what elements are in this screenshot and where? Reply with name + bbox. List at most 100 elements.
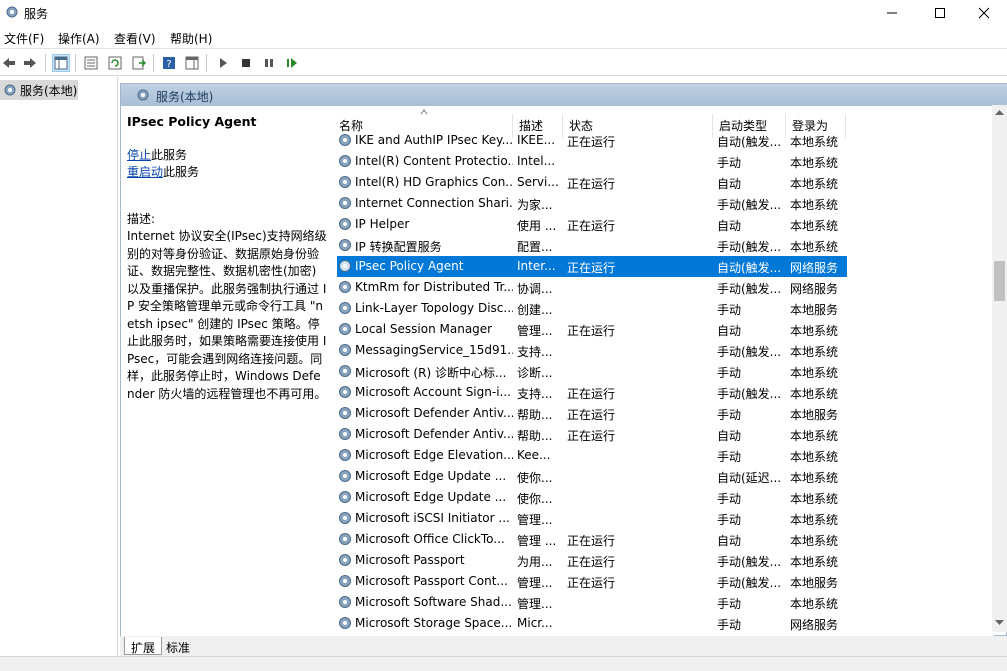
show-hide-tree-button[interactable] xyxy=(52,54,70,72)
cell-logon-as: 本地系统 xyxy=(790,555,839,569)
cell-startup-type: 手动(触发... xyxy=(717,555,782,569)
table-row[interactable]: Intel(R) HD Graphics Con... Servi... 正在运行 自… xyxy=(337,172,847,193)
start-service-button[interactable] xyxy=(214,54,232,72)
maximize-button[interactable] xyxy=(917,0,963,26)
restart-service-link[interactable]: 重启动 xyxy=(127,165,163,179)
table-row[interactable]: Microsoft Passport 为用... 正在运行 手动(触发... 本地系统 xyxy=(337,550,847,571)
cell-name: Link-Layer Topology Disc... xyxy=(355,301,513,315)
minimize-button[interactable] xyxy=(869,0,915,26)
help-button[interactable]: ? xyxy=(160,54,178,72)
service-gear-icon xyxy=(339,386,351,398)
cell-startup-type: 手动 xyxy=(717,366,742,380)
cell-description: 为家... xyxy=(517,198,553,212)
properties-button[interactable] xyxy=(82,54,100,72)
table-row[interactable]: Link-Layer Topology Disc... 创建... 手动 本地服务 xyxy=(337,298,847,319)
service-gear-icon xyxy=(339,218,351,230)
tab-extended[interactable]: 扩展 xyxy=(124,637,163,655)
cell-description: Kee... xyxy=(517,448,551,462)
table-row[interactable]: Microsoft Office ClickTo... 管理 ... 正在运行 自动 本… xyxy=(337,529,847,550)
refresh-button[interactable] xyxy=(106,54,124,72)
cell-name: IP 转换配置服务 xyxy=(355,240,442,254)
menu-help[interactable]: 帮助(H) xyxy=(170,30,212,47)
cell-description: 管理 ... xyxy=(517,534,557,548)
cell-logon-as: 本地服务 xyxy=(790,303,839,317)
menu-view[interactable]: 查看(V) xyxy=(114,30,156,47)
cell-logon-as: 本地系统 xyxy=(790,492,839,506)
service-gear-icon xyxy=(339,197,351,209)
sort-ascending-icon xyxy=(420,109,428,115)
cell-name: Microsoft Edge Elevation... xyxy=(355,448,513,462)
toolbar: ? xyxy=(0,48,1007,76)
table-row[interactable]: KtmRm for Distributed Tr... 协调... 手动(触发...… xyxy=(337,277,847,298)
cell-logon-as: 本地系统 xyxy=(790,177,839,191)
stop-service-button[interactable] xyxy=(237,54,255,72)
cell-name: Microsoft iSCSI Initiator ... xyxy=(355,511,510,525)
pause-service-button[interactable] xyxy=(260,54,278,72)
stop-service-link[interactable]: 停止 xyxy=(127,148,151,162)
service-gear-icon xyxy=(339,281,351,293)
table-row[interactable]: Microsoft Passport Cont... 管理... 正在运行 手动(触发… xyxy=(337,571,847,592)
vertical-scrollbar[interactable] xyxy=(992,105,1007,632)
cell-name: Intel(R) HD Graphics Con... xyxy=(355,175,513,189)
cell-status: 正在运行 xyxy=(567,324,616,338)
scrollbar-thumb[interactable] xyxy=(994,261,1005,301)
table-row[interactable]: Microsoft Storage Space... Micr... 手动 网络服务 xyxy=(337,613,847,634)
cell-name: Microsoft Defender Antiv... xyxy=(355,427,513,441)
table-row[interactable]: IPsec Policy Agent Inter... 正在运行 自动(触发... 网络… xyxy=(337,256,847,277)
service-gear-icon xyxy=(339,449,351,461)
table-row[interactable]: IP 转换配置服务 配置... 手动(触发... 本地系统 xyxy=(337,235,847,256)
cell-logon-as: 本地系统 xyxy=(790,345,839,359)
table-row[interactable]: Local Session Manager 管理... 正在运行 自动 本地系统 xyxy=(337,319,847,340)
cell-startup-type: 手动 xyxy=(717,618,742,632)
cell-name: Microsoft Passport xyxy=(355,553,465,567)
tree-item-services-local[interactable]: 服务(本地) xyxy=(0,80,78,100)
cell-startup-type: 手动 xyxy=(717,597,742,611)
restart-service-button[interactable] xyxy=(283,54,301,72)
svg-text:?: ? xyxy=(166,59,171,70)
table-row[interactable]: Microsoft Software Shad... 管理... 手动 本地系统 xyxy=(337,592,847,613)
cell-logon-as: 本地系统 xyxy=(790,366,839,380)
selected-service-name: IPsec Policy Agent xyxy=(127,114,257,129)
gear-icon xyxy=(4,84,16,96)
scroll-down-icon[interactable] xyxy=(995,620,1004,626)
cell-description: 管理... xyxy=(517,324,553,338)
cell-name: Microsoft Edge Update ... xyxy=(355,490,507,504)
cell-description: 帮助... xyxy=(517,429,553,443)
table-row[interactable]: Microsoft Edge Update ... 使你... 自动(延迟... 本地… xyxy=(337,466,847,487)
table-row[interactable]: IP Helper 使用 ... 正在运行 自动 本地系统 xyxy=(337,214,847,235)
table-row[interactable]: Microsoft Account Sign-i... 支持... 正在运行 手动(触… xyxy=(337,382,847,403)
cell-description: 使用 ... xyxy=(517,219,557,233)
cell-name: Microsoft Storage Space... xyxy=(355,616,513,630)
table-row[interactable]: Microsoft Edge Update ... 使你... 手动 本地系统 xyxy=(337,487,847,508)
cell-logon-as: 本地系统 xyxy=(790,513,839,527)
refresh-icon xyxy=(108,56,122,70)
tab-standard[interactable]: 标准 xyxy=(160,637,196,655)
table-row[interactable]: Intel(R) Content Protectio... Intel... 手动 本… xyxy=(337,151,847,172)
menu-bar: 文件(F) 操作(A) 查看(V) 帮助(H) xyxy=(0,26,1007,48)
menu-file[interactable]: 文件(F) xyxy=(4,30,44,47)
action-pane-button[interactable] xyxy=(183,54,201,72)
forward-button[interactable] xyxy=(21,54,39,72)
cell-startup-type: 手动 xyxy=(717,156,742,170)
table-row[interactable]: Microsoft Edge Elevation... Kee... 手动 本地系统 xyxy=(337,445,847,466)
table-row[interactable]: Microsoft (R) 诊断中心标... 诊断... 手动 本地系统 xyxy=(337,361,847,382)
table-row[interactable]: Internet Connection Shari... 为家... 手动(触发..… xyxy=(337,193,847,214)
table-row[interactable]: MessagingService_15d91... 支持... 手动(触发... 本地… xyxy=(337,340,847,361)
export-list-button[interactable] xyxy=(130,54,148,72)
pane-header: 服务(本地) xyxy=(121,84,1007,106)
back-arrow-icon xyxy=(3,58,15,68)
cell-description: IKEE... xyxy=(517,133,556,147)
table-row[interactable]: IKE and AuthIP IPsec Key... IKEE... 正在运行 自动… xyxy=(337,130,847,151)
table-row[interactable]: Microsoft Defender Antiv... 帮助... 正在运行 手动 本地… xyxy=(337,403,847,424)
scroll-up-icon[interactable] xyxy=(995,109,1004,115)
close-button[interactable] xyxy=(961,0,1007,26)
table-row[interactable]: Microsoft iSCSI Initiator ... 管理... 手动 本地系统 xyxy=(337,508,847,529)
table-row[interactable]: Microsoft Defender Antiv... 帮助... 正在运行 自动 本地… xyxy=(337,424,847,445)
pane-header-title: 服务(本地) xyxy=(156,90,214,104)
back-button[interactable] xyxy=(0,54,18,72)
main-pane: 服务(本地) IPsec Policy Agent 停止此服务 重启动此服务 描… xyxy=(120,83,1007,637)
cell-startup-type: 自动 xyxy=(717,324,742,338)
cell-description: 诊断... xyxy=(517,366,553,380)
menu-action[interactable]: 操作(A) xyxy=(58,30,100,47)
cell-name: Microsoft Defender Antiv... xyxy=(355,406,513,420)
